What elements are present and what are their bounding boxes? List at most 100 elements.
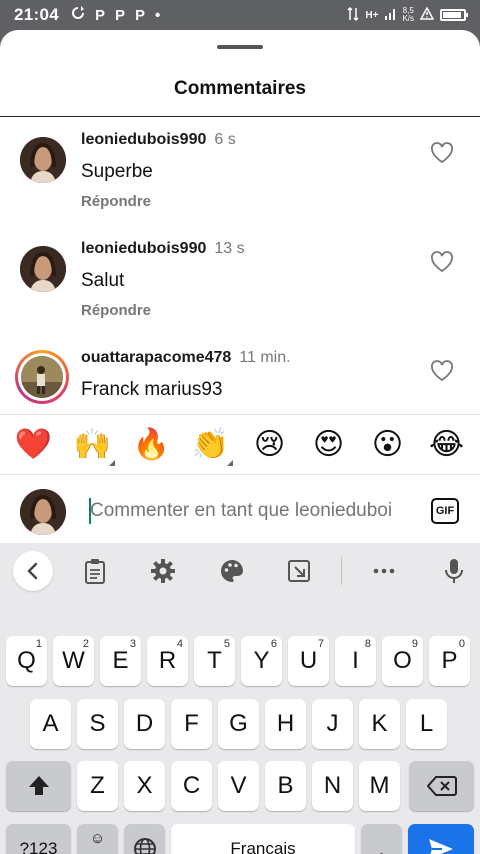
emoji-laughing[interactable]: 😂 [427,429,467,460]
comment-text: Superbe [81,161,153,182]
key-t[interactable]: T5 [194,636,235,686]
toolbar-collapse-button[interactable] [13,551,53,591]
comment-text: Franck marius93 [81,379,223,400]
comment-username-text[interactable]: leoniedubois990 [81,131,206,148]
key-c[interactable]: C [171,761,212,811]
key-b[interactable]: B [265,761,306,811]
emoji-crying[interactable]: 😢 [250,429,290,460]
comment-composer: GIF [0,476,480,543]
send-key[interactable] [408,824,474,854]
emoji-raised-hands[interactable]: 🙌 [73,429,115,466]
key-r[interactable]: R4 [147,636,188,686]
key-p[interactable]: P0 [429,636,470,686]
numbers-symbols-key[interactable]: ?123 [6,824,71,854]
clipboard-icon[interactable] [81,557,109,585]
key-label: R [158,647,177,674]
key-w[interactable]: W2 [53,636,94,686]
language-key[interactable] [124,824,165,854]
toolbar-divider [341,557,342,585]
key-j[interactable]: J [312,699,353,749]
emoji-clapping[interactable]: 👏 [191,427,233,466]
key-e[interactable]: E3 [100,636,141,686]
emoji-fire[interactable]: 🔥 [132,429,172,460]
notification-icons: P P P • [71,6,160,24]
key-x[interactable]: X [124,761,165,811]
emoji-clapping-glyph: 👏 [191,427,230,461]
comment-text: Salut [81,270,125,291]
emoji-heart[interactable]: ❤️ [14,429,54,460]
emoji-comma-key[interactable]: ☺ , [77,824,118,854]
sheet-title: Commentaires [174,78,306,99]
comments-sheet: Commentaires leoniedubois990 6 s Superbe … [0,30,480,854]
gif-button[interactable]: GIF [431,498,459,524]
emoji-surprised[interactable]: 😮 [368,429,408,460]
key-f[interactable]: F [171,699,212,749]
key-n[interactable]: N [312,761,353,811]
space-key[interactable]: Français [171,824,355,854]
key-m[interactable]: M [359,761,400,811]
key-q[interactable]: Q1 [6,636,47,686]
chevron-left-icon [27,562,38,580]
globe-icon [133,838,156,854]
theme-palette-icon[interactable] [218,557,246,585]
status-time: 21:04 [14,5,59,24]
key-label: O [393,647,412,674]
key-v[interactable]: V [218,761,259,811]
key-y[interactable]: Y6 [241,636,282,686]
status-bar: 21:04 P P P • H+ 8,5 K/s [0,0,480,30]
key-u[interactable]: U7 [288,636,329,686]
key-d[interactable]: D [124,699,165,749]
comment-username[interactable]: leoniedubois990 6 s [81,131,236,149]
key-i[interactable]: I8 [335,636,376,686]
key-hint-number: 9 [411,638,418,650]
heart-icon[interactable] [430,360,454,382]
backspace-icon [426,776,457,796]
sync-icon [71,6,85,24]
backspace-key[interactable] [409,761,474,811]
key-hint-number: 2 [82,638,89,650]
comment-username[interactable]: leoniedubois990 13 s [81,240,245,258]
key-s[interactable]: S [77,699,118,749]
key-hint-number: 5 [223,638,230,650]
avatar [20,489,66,535]
emoji-heart-eyes[interactable]: 😍 [309,429,349,460]
settings-gear-icon[interactable] [149,557,177,585]
keyboard-toolbar [0,543,480,599]
period-key[interactable]: . [361,824,402,854]
comment-username[interactable]: ouattarapacome478 11 min. [81,349,291,367]
signal-arrows-icon [347,6,359,24]
microphone-icon[interactable] [440,557,468,585]
heart-icon[interactable] [430,251,454,273]
key-label: I [352,647,359,674]
dot-icon: • [155,6,161,24]
avatar[interactable] [20,137,66,183]
comment-input[interactable] [90,496,415,526]
shift-arrow-icon [28,776,49,795]
key-label: U [299,647,318,674]
key-k[interactable]: K [359,699,400,749]
skin-tone-indicator [226,459,233,466]
key-o[interactable]: O9 [382,636,423,686]
sheet-drag-handle[interactable] [217,45,263,49]
key-hint-number: 3 [129,638,136,650]
key-z[interactable]: Z [77,761,118,811]
comment-username-text[interactable]: ouattarapacome478 [81,349,231,366]
comment-username-text[interactable]: leoniedubois990 [81,240,206,257]
p-icon: P [94,6,105,24]
avatar[interactable] [20,246,66,292]
key-l[interactable]: L [406,699,447,749]
more-options-icon[interactable] [370,557,398,585]
p-icon: P [135,6,146,24]
key-hint-number: 4 [176,638,183,650]
battery-level [443,12,461,18]
reply-button[interactable]: Répondre [81,302,151,319]
heart-icon[interactable] [430,142,454,164]
key-a[interactable]: A [30,699,71,749]
one-handed-mode-icon[interactable] [285,557,313,585]
key-h[interactable]: H [265,699,306,749]
shift-key[interactable] [6,761,71,811]
status-right: H+ 8,5 K/s [347,6,468,24]
reply-button[interactable]: Répondre [81,193,151,210]
comment-time: 13 s [214,240,245,257]
key-g[interactable]: G [218,699,259,749]
